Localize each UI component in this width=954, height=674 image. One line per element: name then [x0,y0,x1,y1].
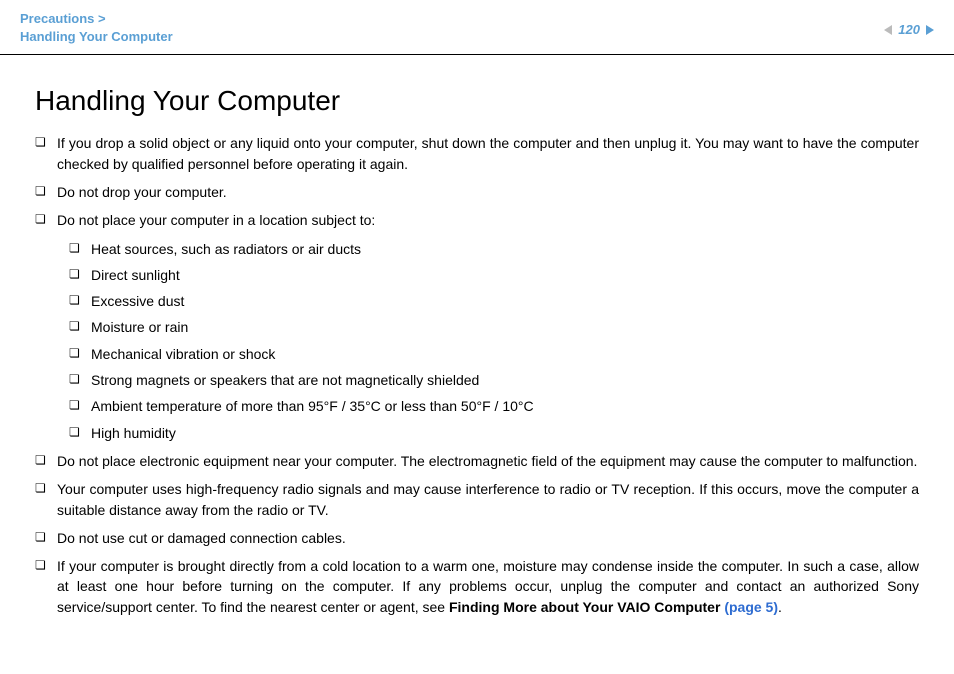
sub-list: Heat sources, such as radiators or air d… [69,239,919,443]
list-item: Do not use cut or damaged connection cab… [35,528,919,548]
page-title: Handling Your Computer [35,85,919,117]
list-item: If your computer is brought directly fro… [35,556,919,617]
next-page-icon[interactable] [926,25,934,35]
sub-list-item: Ambient temperature of more than 95°F / … [69,396,919,416]
prev-page-icon[interactable] [884,25,892,35]
page-number: 120 [898,22,920,37]
list-item: Do not place your computer in a location… [35,210,919,443]
list-item: Your computer uses high-frequency radio … [35,479,919,520]
page-header: Precautions > Handling Your Computer 120 [0,0,954,55]
list-item: Do not place electronic equipment near y… [35,451,919,471]
page-reference-link[interactable]: (page 5) [724,599,778,615]
breadcrumb-section: Precautions > [20,10,173,28]
sub-list-item: Moisture or rain [69,317,919,337]
sub-list-item: Direct sunlight [69,265,919,285]
sub-list-item: High humidity [69,423,919,443]
text-span: . [778,599,782,615]
page-content: Handling Your Computer If you drop a sol… [0,55,954,645]
precautions-list: If you drop a solid object or any liquid… [35,133,919,617]
list-item: If you drop a solid object or any liquid… [35,133,919,174]
page-nav: 120 [884,22,934,37]
sub-list-item: Mechanical vibration or shock [69,344,919,364]
breadcrumb-page: Handling Your Computer [20,28,173,46]
list-item: Do not drop your computer. [35,182,919,202]
breadcrumb: Precautions > Handling Your Computer [20,10,173,46]
text-span: Finding More about Your VAIO Computer [449,599,724,615]
sub-list-item: Strong magnets or speakers that are not … [69,370,919,390]
sub-list-item: Excessive dust [69,291,919,311]
sub-list-item: Heat sources, such as radiators or air d… [69,239,919,259]
